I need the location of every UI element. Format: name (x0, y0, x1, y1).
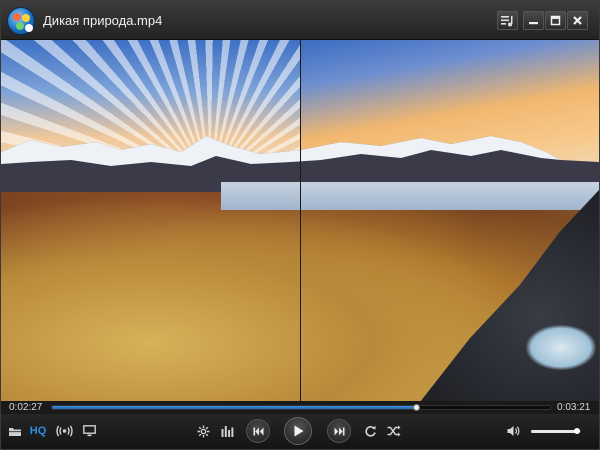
seek-bar-row: 0:02:27 0:03:21 (1, 401, 599, 414)
control-bar: HQ (1, 414, 599, 449)
next-icon (334, 427, 344, 435)
open-folder-button[interactable] (7, 423, 23, 439)
volume-slider[interactable] (531, 428, 581, 434)
volume-icon (507, 426, 520, 436)
close-button[interactable] (567, 11, 588, 30)
repeat-icon (364, 425, 376, 437)
shuffle-button[interactable] (386, 423, 402, 439)
screen-icon (82, 425, 96, 437)
video-viewport[interactable] (1, 40, 599, 401)
seek-bar[interactable] (51, 404, 551, 411)
settings-button[interactable] (195, 423, 211, 439)
hq-button[interactable]: HQ (27, 423, 49, 439)
play-icon (294, 425, 303, 437)
screen-button[interactable] (81, 423, 97, 439)
title-bar[interactable]: Дикая природа.mp4 (1, 1, 599, 40)
volume-slider-handle[interactable] (574, 428, 580, 434)
app-logo-icon[interactable] (7, 7, 35, 35)
open-folder-icon (8, 427, 21, 436)
previous-button[interactable] (246, 419, 270, 443)
hq-label: HQ (29, 425, 47, 437)
window-title: Дикая природа.mp4 (43, 13, 163, 28)
total-time: 0:03:21 (557, 402, 591, 413)
video-lake (221, 182, 599, 210)
close-icon (573, 16, 582, 25)
seek-bar-handle[interactable] (413, 404, 421, 411)
equalizer-icon (221, 426, 233, 437)
broadcast-icon (55, 425, 73, 437)
maximize-icon (550, 15, 561, 26)
equalizer-button[interactable] (219, 423, 235, 439)
playlist-button[interactable] (497, 11, 518, 30)
minimize-icon (529, 22, 538, 25)
minimize-button[interactable] (523, 11, 544, 30)
playlist-icon (501, 15, 513, 26)
video-rock-snow (526, 325, 596, 370)
volume-button[interactable] (506, 423, 522, 439)
settings-icon (197, 425, 209, 437)
maximize-button[interactable] (545, 11, 566, 30)
previous-icon (253, 427, 263, 435)
repeat-button[interactable] (362, 423, 378, 439)
volume-slider-fill (531, 430, 577, 433)
broadcast-button[interactable] (55, 423, 73, 439)
elapsed-time: 0:02:27 (9, 402, 43, 413)
play-button[interactable] (284, 417, 312, 445)
seek-bar-fill (52, 406, 417, 409)
video-split-line (300, 40, 301, 401)
next-button[interactable] (327, 419, 351, 443)
player-window: Дикая природа.mp4 0:02:27 0:03:21 HQ (0, 0, 600, 450)
shuffle-icon (387, 425, 401, 437)
